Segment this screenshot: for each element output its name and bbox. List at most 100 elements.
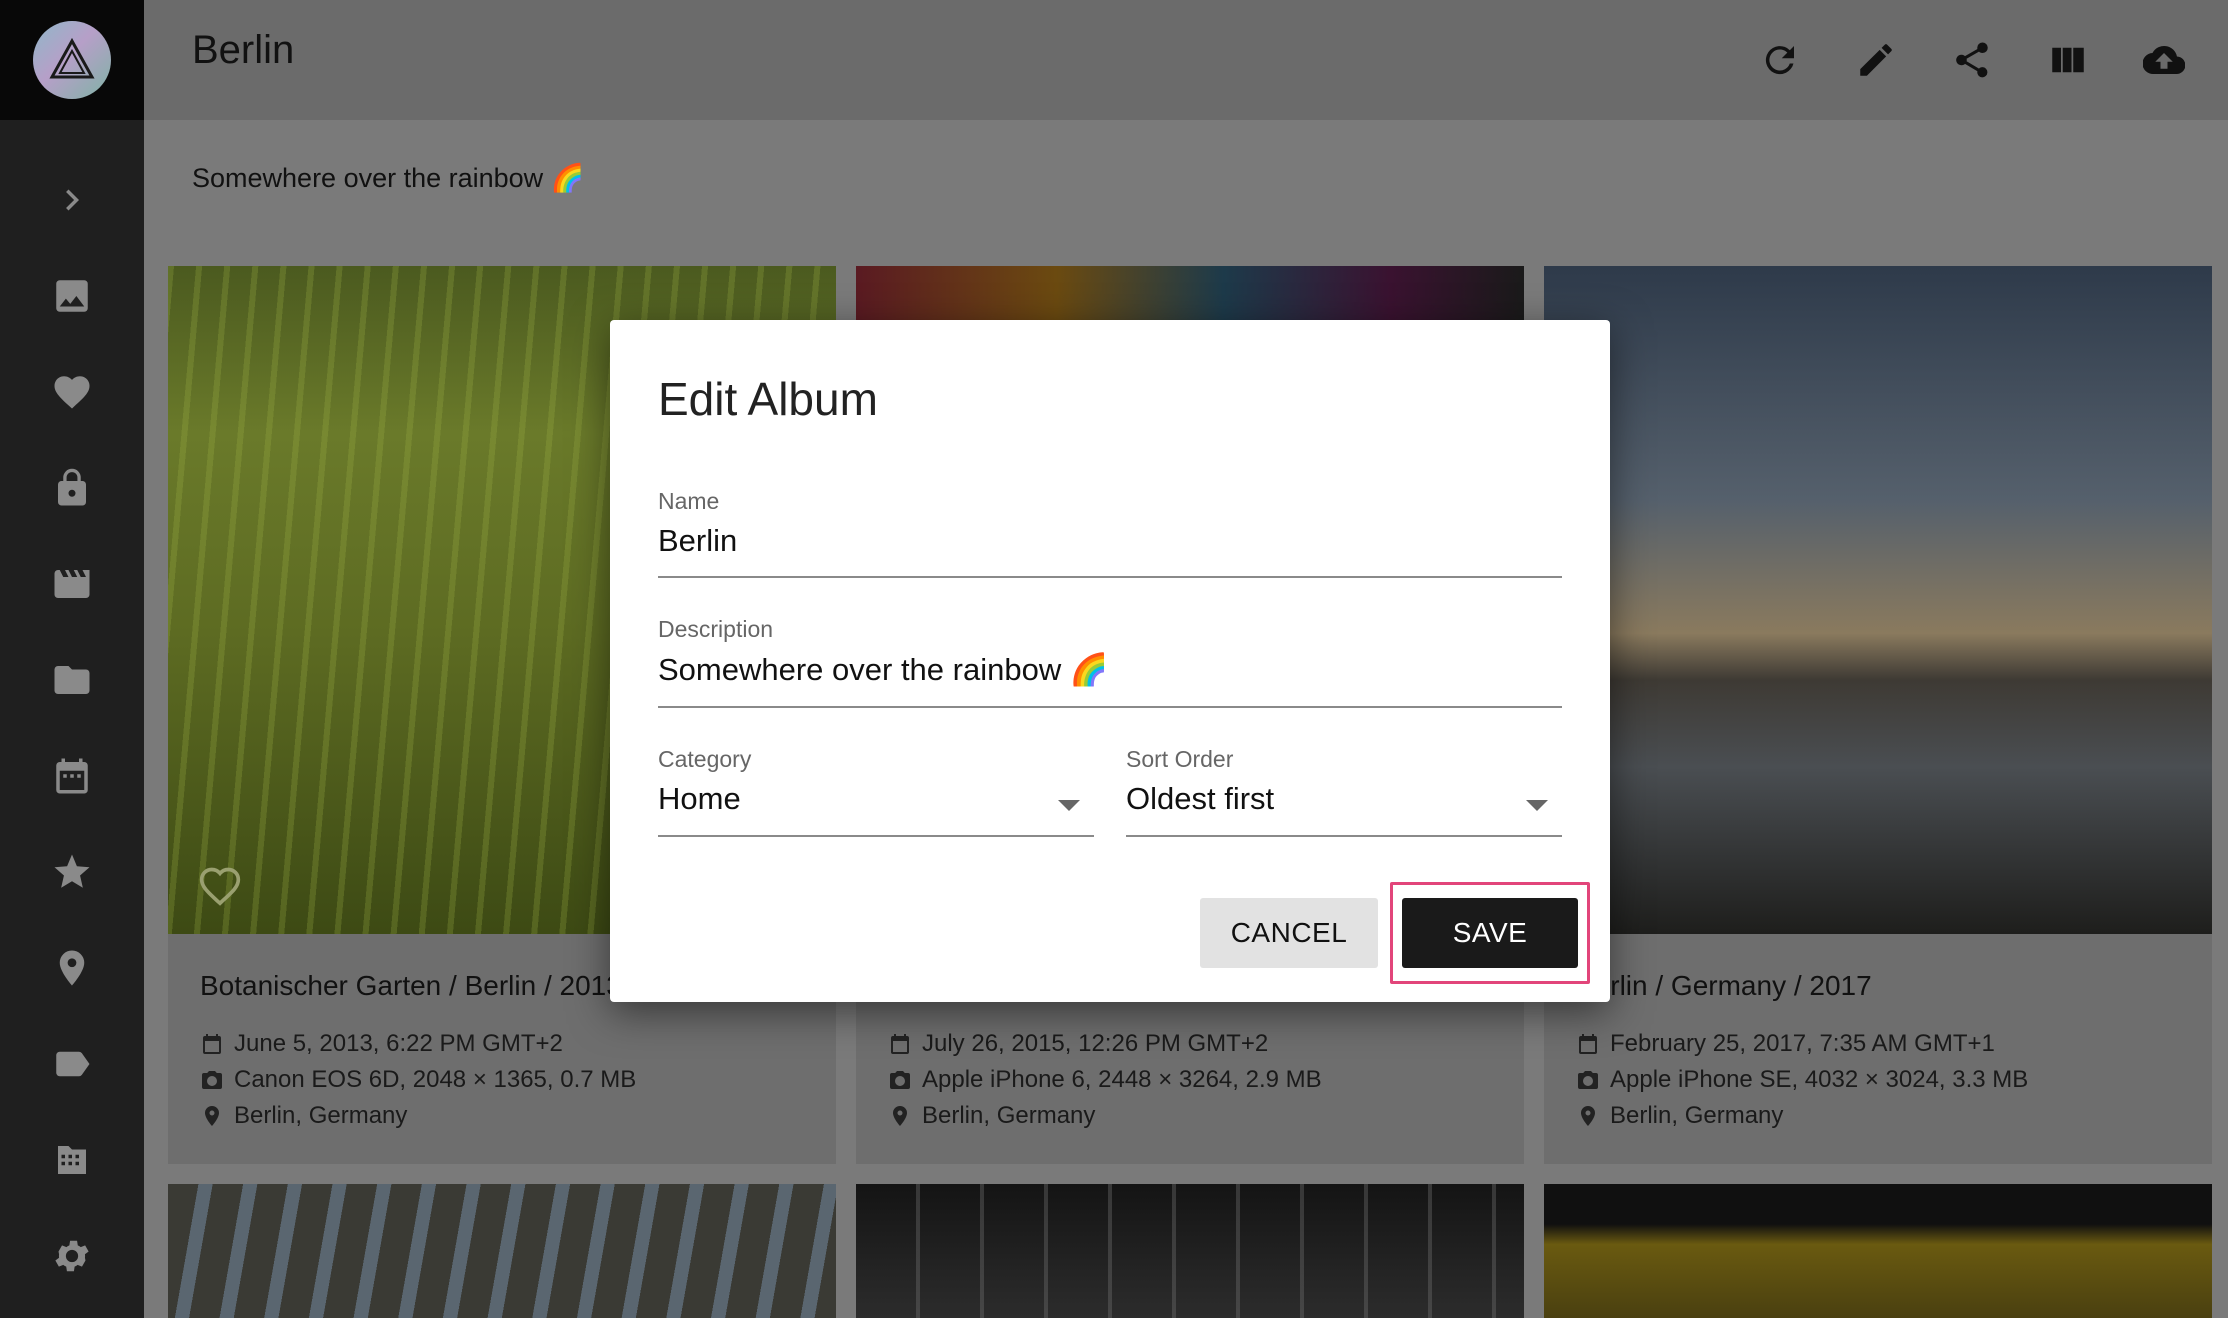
share-icon — [1956, 42, 1988, 78]
name-field[interactable]: Name Berlin — [658, 488, 1562, 578]
description-underline — [658, 706, 1562, 708]
photo-title[interactable]: Botanischer Garten / Berlin / 2013 — [200, 970, 622, 1002]
sidebar-item-favorites[interactable] — [0, 357, 144, 427]
edit-album-button[interactable] — [1842, 26, 1910, 94]
photo-thumbnail[interactable] — [1544, 1184, 2212, 1318]
dialog-title: Edit Album — [658, 373, 878, 425]
photo-title[interactable]: Berlin / Germany / 2017 — [1576, 970, 1872, 1002]
heart-icon — [54, 376, 90, 409]
photo-date-row: July 26, 2015, 12:26 PM GMT+2 — [888, 1030, 1268, 1058]
prism-triangle-logo-icon — [49, 37, 95, 79]
sidebar-item-expand[interactable] — [0, 165, 144, 235]
save-button[interactable]: SAVE — [1402, 898, 1578, 968]
photo-date: July 26, 2015, 12:26 PM GMT+2 — [922, 1030, 1269, 1057]
photo-camera-row: Apple iPhone SE, 4032 × 3024, 3.3 MB — [1576, 1066, 2028, 1094]
photo-date: February 25, 2017, 7:35 AM GMT+1 — [1610, 1030, 1995, 1057]
category-value[interactable]: Home — [658, 781, 1094, 817]
sidebar-item-calendar[interactable] — [0, 741, 144, 811]
dropdown-arrow-icon[interactable] — [1058, 800, 1080, 811]
sidebar-item-places[interactable] — [0, 933, 144, 1003]
sidebar-item-settings[interactable] — [0, 1221, 144, 1291]
movie-icon — [54, 570, 90, 598]
photo-card[interactable] — [168, 1184, 836, 1318]
camera-icon — [1578, 1071, 1598, 1089]
photo-card[interactable] — [856, 1184, 1524, 1318]
photo-location[interactable]: Berlin, Germany — [1610, 1102, 1783, 1130]
folder-icon — [54, 666, 90, 694]
photo-card[interactable]: Berlin / Germany / 2017 February 25, 201… — [1544, 266, 2212, 1164]
app-logo — [33, 21, 111, 99]
logo-area[interactable] — [0, 0, 144, 120]
calendar-icon — [891, 1034, 909, 1054]
photo-thumbnail[interactable] — [1544, 266, 2212, 934]
photo-location-row: Berlin, Germany — [1576, 1102, 1783, 1130]
photo-date-row: June 5, 2013, 6:22 PM GMT+2 — [200, 1030, 563, 1058]
refresh-icon — [1765, 46, 1794, 75]
location-pin-icon — [205, 1106, 219, 1126]
sidebar-item-photos[interactable] — [0, 261, 144, 331]
star-icon — [54, 854, 90, 888]
photo-location-row: Berlin, Germany — [200, 1102, 407, 1130]
sidebar-item-labels[interactable] — [0, 1029, 144, 1099]
sidebar-item-moments[interactable] — [0, 837, 144, 907]
sort-order-underline — [1126, 835, 1562, 837]
location-pin-icon — [59, 950, 85, 986]
location-pin-icon — [893, 1106, 907, 1126]
sort-order-label: Sort Order — [1126, 746, 1234, 772]
sidebar-item-videos[interactable] — [0, 549, 144, 619]
cloud-upload-icon — [2143, 45, 2185, 75]
view-columns-button[interactable] — [2034, 26, 2102, 94]
description-field[interactable]: Description Somewhere over the rainbow 🌈 — [658, 616, 1562, 708]
refresh-button[interactable] — [1746, 26, 1814, 94]
location-pin-icon — [1581, 1106, 1595, 1126]
sidebar-item-folders[interactable] — [0, 645, 144, 715]
photo-caption: Berlin / Germany / 2017 February 25, 201… — [1544, 934, 2212, 1164]
photo-camera-row: Canon EOS 6D, 2048 × 1365, 0.7 MB — [200, 1066, 636, 1094]
calendar-icon — [203, 1034, 221, 1054]
photo-location[interactable]: Berlin, Germany — [922, 1102, 1095, 1130]
photo-camera: Apple iPhone 6, 2448 × 3264, 2.9 MB — [922, 1066, 1322, 1093]
image-icon — [56, 280, 88, 312]
favorite-toggle[interactable] — [198, 864, 242, 908]
edit-pencil-icon — [1860, 44, 1892, 76]
sidebar — [0, 0, 144, 1318]
library-icon — [58, 1146, 86, 1174]
share-button[interactable] — [1938, 26, 2006, 94]
album-description-bar: Somewhere over the rainbow 🌈 — [144, 120, 2228, 242]
chevron-right-icon — [66, 189, 79, 211]
camera-icon — [202, 1071, 222, 1089]
sort-order-select[interactable]: Sort Order Oldest first — [1126, 746, 1562, 837]
photo-date-row: February 25, 2017, 7:35 AM GMT+1 — [1576, 1030, 1995, 1058]
photo-date: June 5, 2013, 6:22 PM GMT+2 — [234, 1030, 563, 1057]
name-underline — [658, 576, 1562, 578]
calendar-icon — [1579, 1034, 1597, 1054]
photo-camera: Apple iPhone SE, 4032 × 3024, 3.3 MB — [1610, 1066, 2029, 1093]
cancel-button[interactable]: CANCEL — [1200, 898, 1378, 968]
photo-camera: Canon EOS 6D, 2048 × 1365, 0.7 MB — [234, 1066, 637, 1093]
sidebar-item-private[interactable] — [0, 453, 144, 523]
dropdown-arrow-icon[interactable] — [1526, 800, 1548, 811]
sort-order-value[interactable]: Oldest first — [1126, 781, 1562, 817]
album-description: Somewhere over the rainbow 🌈 — [192, 163, 585, 193]
name-label: Name — [658, 488, 720, 514]
gear-icon — [55, 1240, 89, 1272]
photo-card[interactable] — [1544, 1184, 2212, 1318]
sidebar-item-library[interactable] — [0, 1125, 144, 1195]
category-underline — [658, 835, 1094, 837]
photo-location-row: Berlin, Germany — [888, 1102, 1095, 1130]
view-columns-icon — [2052, 47, 2084, 73]
category-select[interactable]: Category Home — [658, 746, 1094, 837]
top-bar: Berlin — [144, 0, 2228, 120]
heart-outline-icon — [199, 867, 241, 906]
photo-camera-row: Apple iPhone 6, 2448 × 3264, 2.9 MB — [888, 1066, 1322, 1094]
photo-thumbnail[interactable] — [856, 1184, 1524, 1318]
calendar-icon — [56, 758, 88, 794]
photo-thumbnail[interactable] — [168, 1184, 836, 1318]
photo-location[interactable]: Berlin, Germany — [234, 1102, 407, 1130]
label-tag-icon — [56, 1051, 90, 1077]
name-input[interactable]: Berlin — [658, 523, 1562, 559]
upload-button[interactable] — [2130, 26, 2198, 94]
description-input[interactable]: Somewhere over the rainbow 🌈 — [658, 651, 1562, 688]
page-title: Berlin — [192, 28, 295, 72]
edit-album-dialog: Edit Album Name Berlin Description Somew… — [610, 320, 1610, 1002]
